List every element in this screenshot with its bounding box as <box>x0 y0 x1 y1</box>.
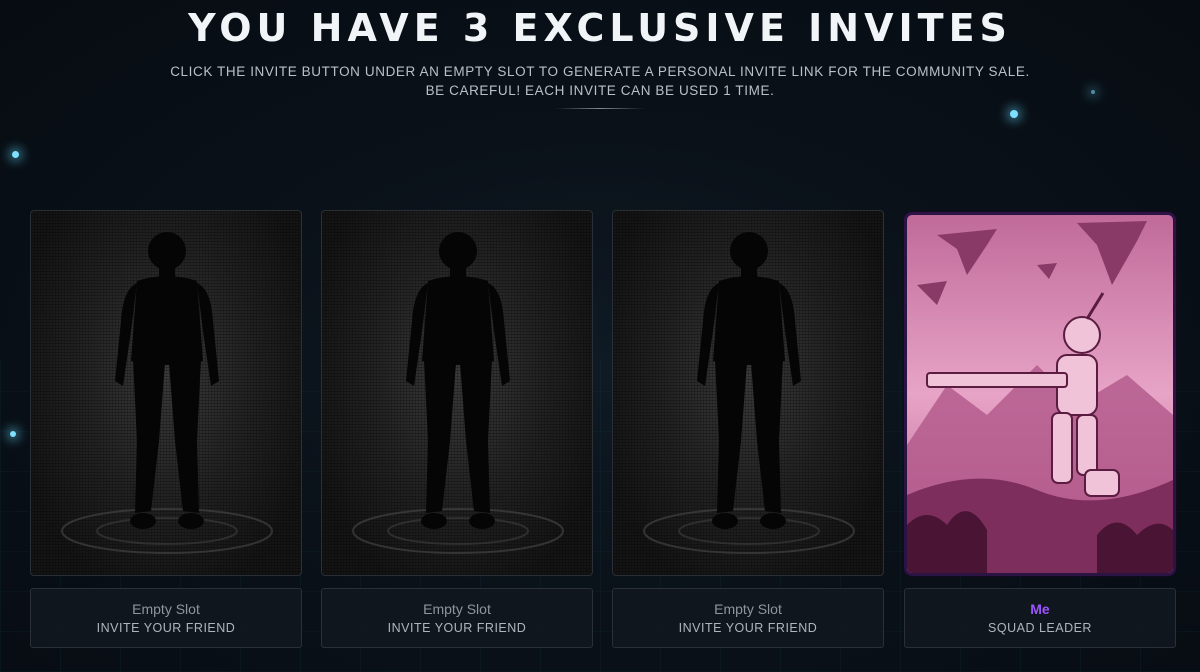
silhouette-figure-icon <box>352 232 564 554</box>
glow-particle <box>12 151 19 158</box>
slot-info-box[interactable]: Empty Slot INVITE YOUR FRIEND <box>321 588 593 648</box>
invite-friend-button[interactable]: INVITE YOUR FRIEND <box>613 621 883 635</box>
empty-slot-card[interactable] <box>30 210 302 576</box>
instruction-line-2: BE CAREFUL! EACH INVITE CAN BE USED 1 TI… <box>425 83 775 98</box>
instructions: CLICK THE INVITE BUTTON UNDER AN EMPTY S… <box>0 62 1200 100</box>
leader-role: SQUAD LEADER <box>988 621 1092 635</box>
invite-friend-button[interactable]: INVITE YOUR FRIEND <box>322 621 592 635</box>
silhouette-figure-icon <box>61 232 273 554</box>
title-divider <box>555 108 645 109</box>
invite-friend-button[interactable]: INVITE YOUR FRIEND <box>31 621 301 635</box>
corner-accent <box>907 215 923 231</box>
silhouette-figure-icon <box>643 232 855 554</box>
empty-slot-card[interactable] <box>321 210 593 576</box>
slot-info-box[interactable]: Empty Slot INVITE YOUR FRIEND <box>612 588 884 648</box>
squad-leader-card[interactable] <box>904 212 1176 576</box>
squad-leader-artwork <box>907 215 1173 573</box>
corner-accent <box>1157 557 1173 573</box>
glow-particle <box>1010 110 1018 118</box>
leader-name: Me <box>1030 601 1050 617</box>
slot-info-box[interactable]: Empty Slot INVITE YOUR FRIEND <box>30 588 302 648</box>
glow-particle <box>10 431 16 437</box>
corner-accent <box>907 557 923 573</box>
instruction-line-1: CLICK THE INVITE BUTTON UNDER AN EMPTY S… <box>170 64 1030 79</box>
page-title: YOU HAVE 3 EXCLUSIVE INVITES <box>188 6 1012 50</box>
leader-info-box: Me SQUAD LEADER <box>904 588 1176 648</box>
slot-status: Empty Slot <box>423 601 491 617</box>
empty-slot-card[interactable] <box>612 210 884 576</box>
corner-accent <box>1157 215 1173 231</box>
slot-status: Empty Slot <box>132 601 200 617</box>
slot-status: Empty Slot <box>714 601 782 617</box>
